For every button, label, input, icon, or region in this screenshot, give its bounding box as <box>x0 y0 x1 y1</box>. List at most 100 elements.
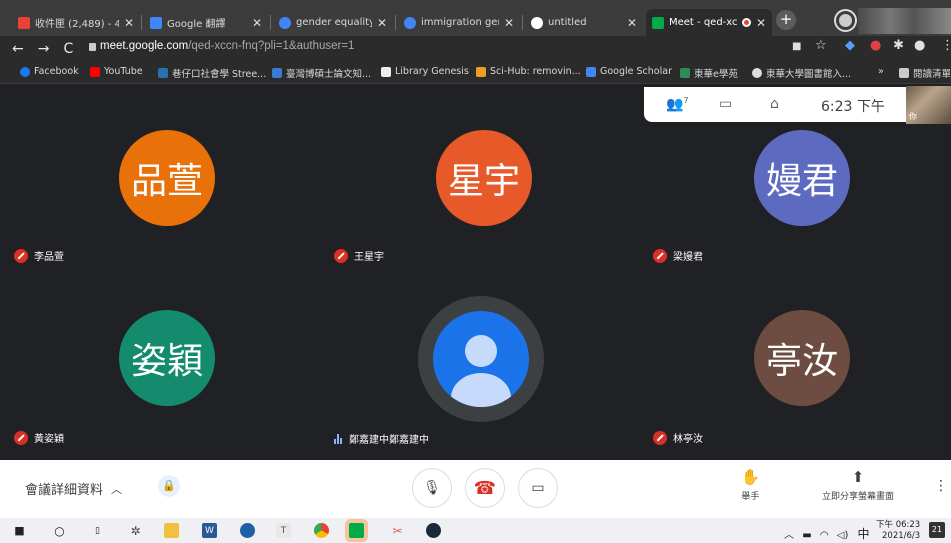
bookmark-label: YouTube <box>104 66 143 77</box>
present-label: 立即分享螢幕畫面 <box>822 492 895 502</box>
tab-untitled[interactable]: untitled ✕ <box>525 9 643 36</box>
mic-off-icon <box>14 248 28 263</box>
reading-list[interactable]: 閱讀清單 <box>899 66 951 80</box>
bookmarks-bar: Facebook YouTube 巷仔口社會學 Stree... 臺灣博碩士論文… <box>0 62 951 84</box>
self-label: 你 <box>909 112 917 121</box>
time-label: 下午 06:23 <box>876 520 921 530</box>
windows-start-icon[interactable]: ■ <box>12 523 27 538</box>
menu-icon[interactable]: ⋮ <box>941 38 951 53</box>
bookmark-thesis[interactable]: 臺灣博碩士論文知... <box>272 66 371 80</box>
bookmark-ecollege[interactable]: 東華e學苑 <box>680 66 738 80</box>
tab-gender-equality[interactable]: gender equality a ✕ <box>273 9 393 36</box>
meet-icon[interactable] <box>349 523 364 538</box>
chevron-up-icon: ︿ <box>111 482 123 496</box>
participant-avatar: 亭汝 <box>754 310 850 406</box>
close-icon[interactable]: ✕ <box>252 16 262 30</box>
shield-icon[interactable]: 🔒 <box>158 475 180 497</box>
leave-call-button[interactable]: ☎ <box>465 468 505 508</box>
present-screen-button[interactable]: ⬆ 立即分享螢幕畫面 <box>822 468 894 502</box>
raise-hand-button[interactable]: ✋ 舉手 <box>741 468 760 502</box>
chat-icon[interactable]: ▭ <box>719 96 732 112</box>
notification-center-icon[interactable]: 21 <box>929 522 945 538</box>
meet-icon <box>652 16 664 29</box>
steam-icon[interactable] <box>426 523 441 538</box>
avatar-icon[interactable]: ● <box>914 38 925 53</box>
back-icon[interactable]: ← <box>12 41 24 57</box>
close-icon[interactable]: ✕ <box>504 16 514 30</box>
bookmark-label: 巷仔口社會學 Stree... <box>172 69 267 80</box>
bookmark-libgen[interactable]: Library Genesis <box>381 66 469 77</box>
camera-icon[interactable]: ■ <box>792 41 801 52</box>
name-label: 李品萱 <box>34 252 64 263</box>
globe-icon <box>752 68 762 78</box>
date-label: 2021/6/3 <box>882 531 921 541</box>
extension-icon[interactable]: ◆ <box>845 38 855 53</box>
default-avatar-icon <box>433 311 529 407</box>
close-icon[interactable]: ✕ <box>756 16 766 30</box>
close-icon[interactable]: ✕ <box>377 16 387 30</box>
gmail-icon <box>18 16 30 29</box>
meeting-details-button[interactable]: 會議詳細資料 ︿ <box>25 479 123 499</box>
tab-translate[interactable]: Google 翻譯 ✕ <box>144 9 268 36</box>
hand-icon: ✋ <box>741 468 760 486</box>
microphone-button[interactable]: 🎙 <box>412 468 452 508</box>
bookmark-facebook[interactable]: Facebook <box>20 66 79 77</box>
snip-icon[interactable]: ✂ <box>390 523 405 538</box>
bookmark-youtube[interactable]: YouTube <box>90 66 143 77</box>
close-icon[interactable]: ✕ <box>124 16 134 30</box>
more-options-icon[interactable]: ⋮ <box>934 478 948 494</box>
browser-tabstrip: 收件匣 (2,489) - 4 ✕ Google 翻譯 ✕ gender equ… <box>0 0 951 36</box>
word-icon[interactable]: W <box>202 523 217 538</box>
taskbar-clock[interactable]: 下午 06:23 2021/6/3 <box>876 520 920 542</box>
tab-label: Google 翻譯 <box>167 19 226 30</box>
tab-immigration[interactable]: immigration gend ✕ <box>398 9 520 36</box>
mic-off-icon <box>653 430 667 445</box>
bookmark-label: 東華大學圖書館入... <box>766 69 852 80</box>
chrome-icon[interactable] <box>314 523 329 538</box>
reload-icon[interactable]: C <box>63 41 73 57</box>
search-icon[interactable]: ○ <box>52 523 67 538</box>
profile-icon[interactable] <box>836 11 855 30</box>
ime-indicator[interactable]: 中 <box>858 527 870 541</box>
settings-icon[interactable]: ✲ <box>128 523 143 538</box>
puzzle-icon[interactable]: ✱ <box>893 38 904 53</box>
scholar-icon <box>586 66 596 77</box>
file-explorer-icon[interactable] <box>164 523 179 538</box>
tab-label: untitled <box>548 17 587 28</box>
site-icon <box>680 68 690 78</box>
window-thumbnails <box>858 8 951 34</box>
camera-button[interactable]: ▭ <box>518 468 558 508</box>
meet-controls: 會議詳細資料 ︿ 🔒 🎙 ☎ ▭ ✋ 舉手 ⬆ 立即分享螢幕畫面 ⋮ <box>0 460 951 518</box>
task-view-icon[interactable]: ▯ <box>90 523 105 538</box>
self-view[interactable]: 你 <box>906 86 951 124</box>
people-icon[interactable]: 👥7 <box>666 96 689 113</box>
participant-avatar: 姿穎 <box>119 310 215 406</box>
site-icon <box>158 68 168 78</box>
bookmark-scholar[interactable]: Google Scholar <box>586 66 672 77</box>
address-bar[interactable]: meet.google.com/qed-xccn-fnq?pli=1&authu… <box>100 40 354 52</box>
recording-icon <box>741 18 751 27</box>
bookmarks-overflow[interactable]: » <box>878 66 884 77</box>
tab-divider <box>141 15 142 30</box>
volume-icon[interactable]: ◁) <box>837 530 849 541</box>
close-icon[interactable]: ✕ <box>627 16 637 30</box>
bookmark-label: 東華e學苑 <box>694 69 738 80</box>
forward-icon[interactable]: → <box>38 41 50 57</box>
extension-icon[interactable]: ● <box>870 38 881 53</box>
battery-icon[interactable]: ▬ <box>802 530 811 541</box>
app-icon[interactable] <box>240 523 255 538</box>
chevron-up-icon[interactable]: ︿ <box>784 530 794 541</box>
bookmark-library[interactable]: 東華大學圖書館入... <box>752 66 851 80</box>
tab-meet[interactable]: Meet - qed-xc ✕ <box>646 9 772 36</box>
tab-gmail[interactable]: 收件匣 (2,489) - 4 ✕ <box>12 9 140 36</box>
text-app-icon[interactable]: T <box>276 523 291 538</box>
facebook-icon <box>20 66 30 77</box>
participant-avatar: 嫚君 <box>754 130 850 226</box>
new-tab-button[interactable]: + <box>776 10 796 30</box>
bookmark-scihub[interactable]: Sci-Hub: removin... <box>476 66 581 77</box>
wifi-icon[interactable]: ◠ <box>820 530 829 541</box>
bookmark-streetcorner[interactable]: 巷仔口社會學 Stree... <box>158 66 266 80</box>
activities-icon[interactable]: ⌂ <box>770 96 779 112</box>
star-icon[interactable]: ☆ <box>815 38 827 53</box>
tab-divider <box>395 15 396 30</box>
